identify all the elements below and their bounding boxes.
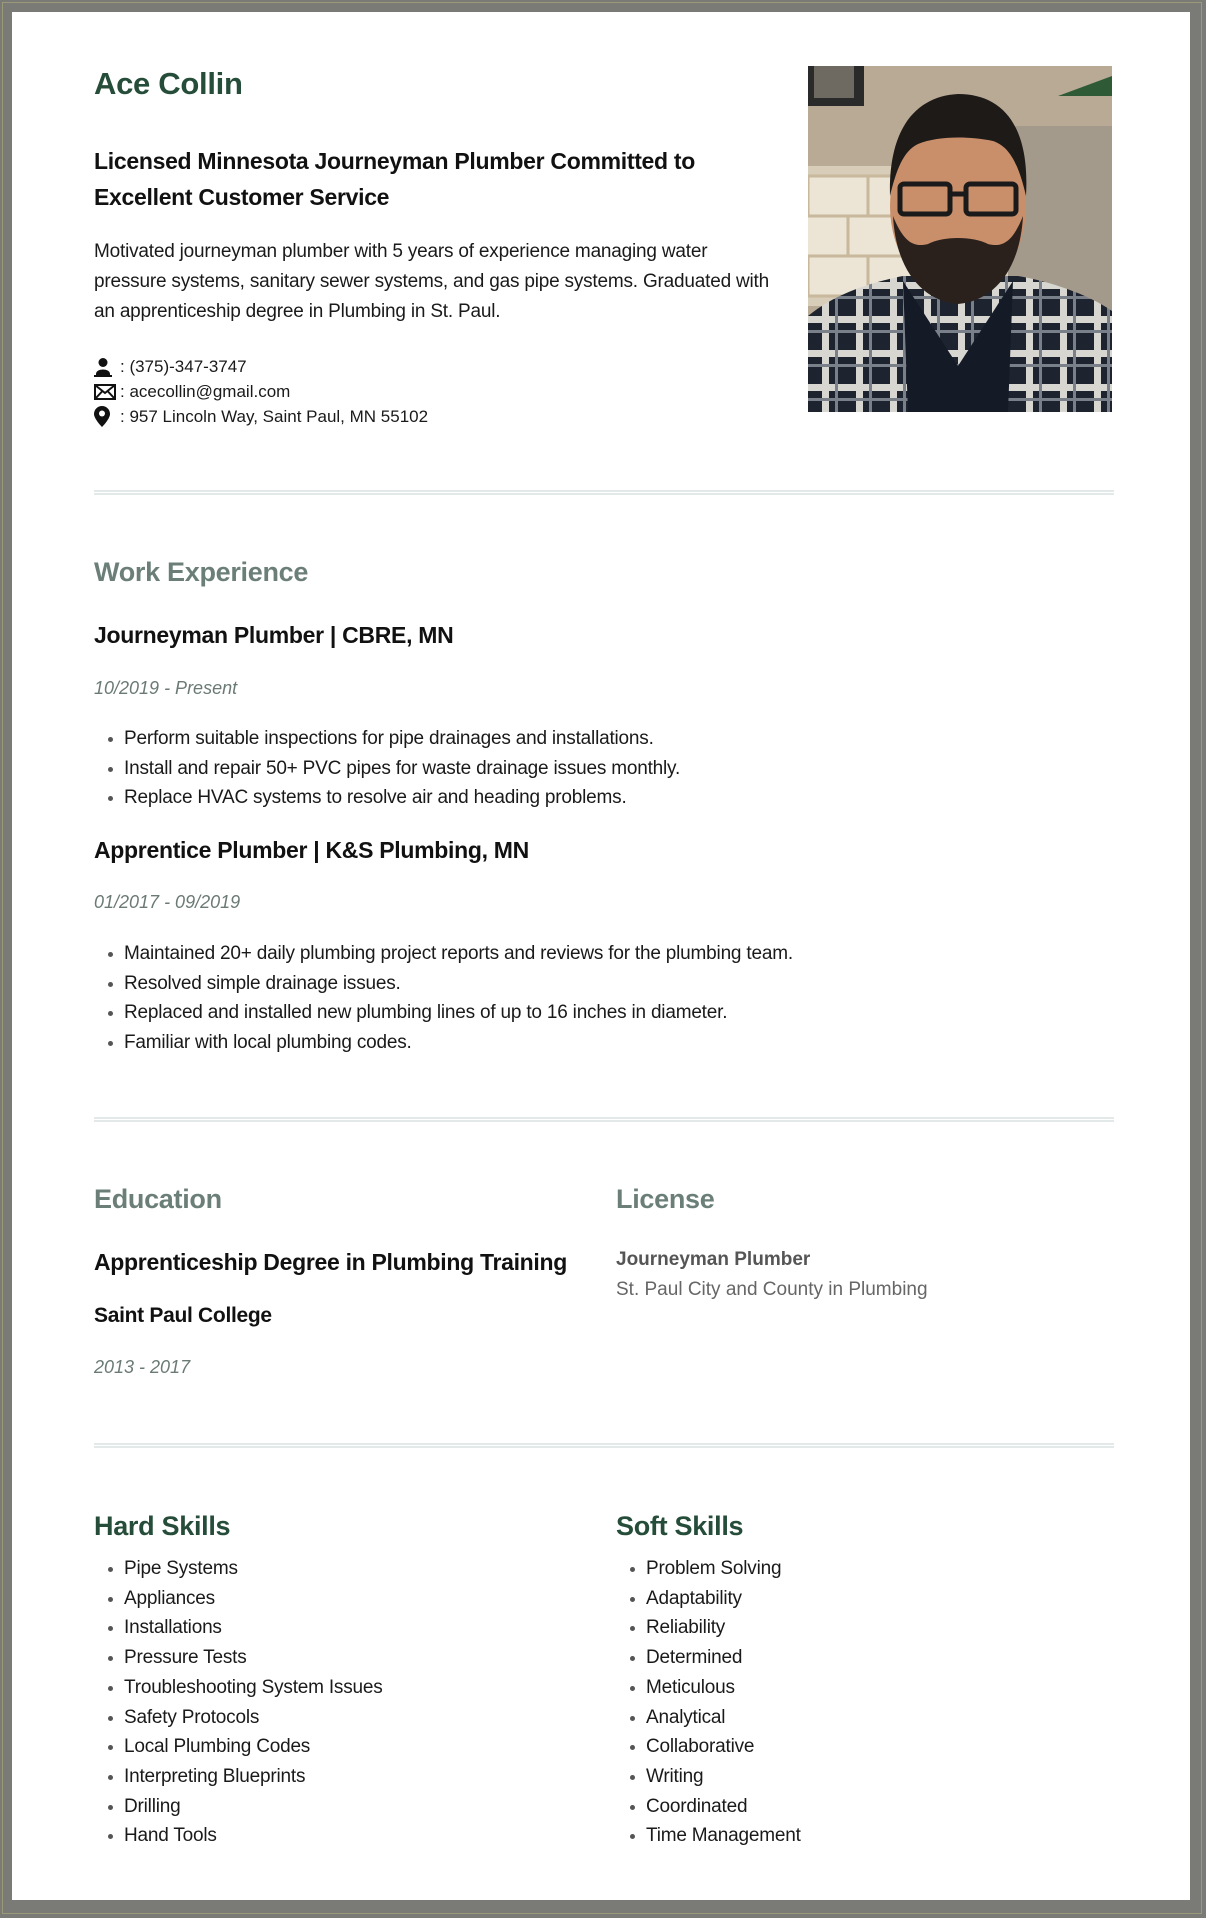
job-bullets: Maintained 20+ daily plumbing project re… [94, 939, 793, 1058]
work-experience-heading: Work Experience [94, 557, 309, 587]
list-item: Perform suitable inspections for pipe dr… [94, 724, 680, 754]
location-pin-icon [94, 406, 120, 428]
list-item: Local Plumbing Codes [94, 1732, 383, 1762]
list-item: Problem Solving [616, 1554, 801, 1584]
phone-text: : (375)-347-3747 [120, 356, 247, 376]
list-item: Hand Tools [94, 1821, 383, 1851]
list-item: Resolved simple drainage issues. [94, 969, 793, 999]
list-item: Meticulous [616, 1673, 801, 1703]
job-title: Journeyman Plumber | CBRE, MN [94, 622, 454, 648]
hard-skills-heading: Hard Skills [94, 1511, 231, 1541]
job-bullets: Perform suitable inspections for pipe dr… [94, 724, 680, 813]
contact-email: : acecollin@gmail.com [94, 379, 428, 404]
list-item: Adaptability [616, 1584, 801, 1614]
list-item: Pipe Systems [94, 1554, 383, 1584]
address-text: : 957 Lincoln Way, Saint Paul, MN 55102 [120, 406, 429, 426]
job-dates: 01/2017 - 09/2019 [94, 892, 241, 912]
license-heading: License [616, 1184, 715, 1214]
list-item: Appliances [94, 1584, 383, 1614]
hard-skills-list: Pipe Systems Appliances Installations Pr… [94, 1554, 383, 1851]
profile-photo [808, 66, 1112, 412]
list-item: Collaborative [616, 1732, 801, 1762]
section-divider [94, 490, 1114, 495]
list-item: Time Management [616, 1821, 801, 1851]
contact-address: : 957 Lincoln Way, Saint Paul, MN 55102 [94, 404, 428, 429]
list-item: Maintained 20+ daily plumbing project re… [94, 939, 793, 969]
soft-skills-list: Problem Solving Adaptability Reliability… [616, 1554, 801, 1851]
list-item: Coordinated [616, 1792, 801, 1822]
person-icon [94, 356, 120, 378]
education-dates: 2013 - 2017 [94, 1357, 191, 1377]
list-item: Familiar with local plumbing codes. [94, 1028, 793, 1058]
list-item: Installations [94, 1613, 383, 1643]
headline: Licensed Minnesota Journeyman Plumber Co… [94, 148, 695, 210]
candidate-name: Ace Collin [94, 66, 243, 101]
list-item: Replace HVAC systems to resolve air and … [94, 783, 680, 813]
job-title: Apprentice Plumber | K&S Plumbing, MN [94, 837, 529, 863]
contact-list: : (375)-347-3747 : acecollin@gmail.com :… [94, 354, 428, 429]
list-item: Determined [616, 1643, 801, 1673]
list-item: Reliability [616, 1613, 801, 1643]
summary: Motivated journeyman plumber with 5 year… [94, 241, 770, 322]
list-item: Drilling [94, 1792, 383, 1822]
list-item: Analytical [616, 1703, 801, 1733]
list-item: Install and repair 50+ PVC pipes for was… [94, 754, 680, 784]
section-divider [94, 1443, 1114, 1448]
education-heading: Education [94, 1184, 222, 1214]
list-item: Pressure Tests [94, 1643, 383, 1673]
envelope-icon [94, 381, 120, 403]
education-school: Saint Paul College [94, 1304, 272, 1327]
list-item: Troubleshooting System Issues [94, 1673, 383, 1703]
license-name: Journeyman Plumber [616, 1249, 811, 1270]
license-issuer: St. Paul City and County in Plumbing [616, 1279, 928, 1300]
list-item: Interpreting Blueprints [94, 1762, 383, 1792]
job-dates: 10/2019 - Present [94, 678, 238, 698]
resume-page: Ace Collin Licensed Minnesota Journeyman… [12, 12, 1190, 1900]
list-item: Safety Protocols [94, 1703, 383, 1733]
contact-phone: : (375)-347-3747 [94, 354, 428, 379]
soft-skills-heading: Soft Skills [616, 1511, 744, 1541]
list-item: Replaced and installed new plumbing line… [94, 998, 793, 1028]
email-link[interactable]: : acecollin@gmail.com [120, 382, 290, 402]
education-degree: Apprenticeship Degree in Plumbing Traini… [94, 1249, 568, 1275]
section-divider [94, 1117, 1114, 1122]
list-item: Writing [616, 1762, 801, 1792]
